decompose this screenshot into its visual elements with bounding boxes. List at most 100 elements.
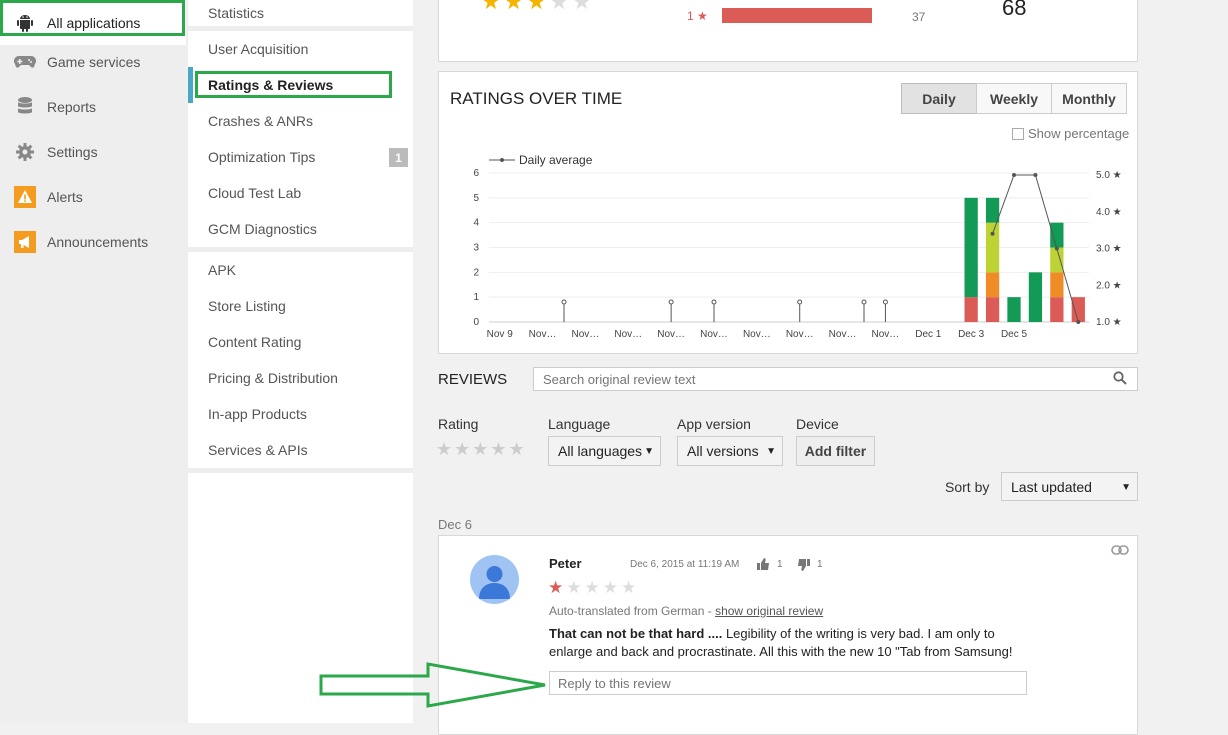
subnav-item-content-rating[interactable]: Content Rating [188, 324, 413, 360]
daily-average-point [990, 231, 995, 236]
chart-bar [1028, 272, 1043, 322]
nav-item-game-services[interactable]: Game services [0, 39, 186, 84]
main-content: ★★★★★ 1 ★ 37 68 RATINGS OVER TIME Daily … [319, 0, 1228, 735]
average-rating-stars: ★★★★★ [481, 0, 595, 14]
search-icon[interactable] [1113, 371, 1127, 390]
chart-bar [1050, 297, 1064, 322]
review-search-input[interactable] [534, 368, 1104, 390]
highlight-box-ratings-reviews [195, 71, 392, 98]
review-rating-stars: ★★★★★ [548, 578, 640, 597]
y-tick-label: 3 [473, 243, 479, 254]
nav-item-label: Reports [47, 98, 97, 115]
one-star-count: 37 [912, 10, 926, 24]
subnav-item-gcm-diagnostics[interactable]: GCM Diagnostics [188, 211, 413, 247]
chart-bar [1050, 222, 1064, 248]
empty-day-dot [861, 299, 867, 305]
language-select[interactable]: All languages ▼ [548, 436, 661, 466]
app-version-filter-label: App version [677, 416, 751, 432]
subnav-item-store-listing[interactable]: Store Listing [188, 288, 413, 324]
thumbs-down-icon[interactable] [797, 558, 810, 576]
review-author: Peter [549, 556, 582, 571]
empty-day-dot [882, 299, 888, 305]
gear-icon [14, 141, 36, 163]
subnav-item-services-apis[interactable]: Services & APIs [188, 432, 413, 468]
reply-input[interactable] [549, 671, 1027, 695]
subnav-item-crashes-anrs[interactable]: Crashes & ANRs [188, 103, 413, 139]
one-star-bar [722, 8, 872, 23]
x-tick-label: Nov… [829, 329, 857, 340]
show-original-link[interactable]: show original review [715, 604, 823, 618]
daily-average-point [1076, 320, 1081, 324]
rating-filter-stars[interactable]: ★★★★★ [436, 439, 527, 460]
subnav-item-label: Content Rating [208, 334, 302, 350]
nav-item-alerts[interactable]: Alerts [0, 174, 186, 219]
subnav-item-label: User Acquisition [208, 41, 309, 57]
subnav-item-in-app-products[interactable]: In-app Products [188, 396, 413, 432]
nav-item-label: Game services [47, 53, 141, 70]
y-tick-label: 5 [473, 193, 479, 204]
thumbs-up-icon[interactable] [757, 557, 770, 575]
y-tick-label: 1 [473, 292, 479, 303]
x-tick-label: Nov… [572, 329, 600, 340]
subnav-item-label: Optimization Tips [208, 149, 316, 165]
subnav-item-pricing-distribution[interactable]: Pricing & Distribution [188, 360, 413, 396]
x-tick-label: Nov… [700, 329, 728, 340]
subnav-item-label: Services & APIs [208, 442, 308, 458]
ratings-over-time-card: RATINGS OVER TIME Daily Weekly Monthly S… [438, 71, 1138, 354]
review-date-header: Dec 6 [438, 517, 472, 532]
nav-item-announcements[interactable]: Announcements [0, 219, 186, 264]
x-tick-label: Nov… [872, 329, 900, 340]
subnav-item-label: Pricing & Distribution [208, 370, 338, 386]
database-icon [14, 96, 36, 118]
sort-select[interactable]: Last updated ▼ [1001, 472, 1138, 501]
subnav-item-cloud-test-lab[interactable]: Cloud Test Lab [188, 175, 413, 211]
subnav-item-user-acquisition[interactable]: User Acquisition [188, 31, 413, 67]
translation-note: Auto-translated from German - show origi… [549, 604, 823, 618]
empty-day-dot [711, 299, 717, 305]
nav-item-reports[interactable]: Reports [0, 84, 186, 129]
chevron-down-icon: ▼ [766, 446, 776, 457]
translation-note-text: Auto-translated from German - [549, 604, 716, 618]
y-tick-label: 2 [473, 267, 479, 278]
subnav-item-optimization-tips[interactable]: Optimization Tips 1 [188, 139, 413, 175]
daily-average-point [1012, 173, 1016, 177]
reviews-title: REVIEWS [438, 371, 508, 388]
subnav-item-label: Cloud Test Lab [208, 185, 302, 201]
chart-bar [1050, 272, 1064, 298]
chart-bar [985, 272, 1000, 298]
x-tick-label: Nov 9 [487, 329, 514, 340]
chart-bar [964, 297, 978, 322]
tips-count-badge: 1 [389, 148, 408, 167]
megaphone-icon [14, 230, 36, 253]
nav-item-label: Alerts [47, 188, 83, 205]
subnav-divider [188, 468, 413, 473]
subnav-item-apk[interactable]: APK [188, 252, 413, 288]
subnav-item-label: Statistics [208, 5, 265, 21]
active-indicator [188, 67, 193, 103]
highlight-box-all-applications [0, 0, 185, 36]
chart-bar [1007, 297, 1021, 322]
arrow-icon [319, 662, 546, 708]
x-tick-label: Dec 5 [1001, 329, 1028, 340]
subnav-item-label: Crashes & ANRs [208, 113, 314, 129]
sort-select-value: Last updated [1011, 478, 1092, 495]
main-nav: All applications Game services Reports S… [0, 0, 188, 723]
avatar [470, 555, 519, 604]
review-search-box[interactable] [533, 367, 1138, 391]
x-tick-label: Dec 1 [915, 329, 942, 340]
review-date: Dec 6, 2015 at 11:19 AM [630, 559, 740, 570]
review-body-line-1: Legibility of the writing is very bad. I… [722, 626, 995, 641]
add-filter-button[interactable]: Add filter [796, 436, 875, 466]
nav-item-settings[interactable]: Settings [0, 129, 186, 174]
thumbs-up-count: 1 [777, 559, 783, 570]
y-tick-label: 6 [473, 168, 479, 179]
link-icon[interactable] [1111, 542, 1129, 560]
y2-tick-label: 4.0 ★ [1096, 207, 1122, 218]
review-body-line-2: enlarge and back and procrastinate. All … [549, 644, 1013, 659]
rating-filter-label: Rating [438, 416, 479, 432]
warning-icon [14, 185, 36, 208]
app-version-select[interactable]: All versions ▼ [677, 436, 783, 466]
one-star-bar-track [722, 8, 898, 23]
x-tick-label: Nov… [657, 329, 685, 340]
empty-day-dot [668, 299, 674, 305]
